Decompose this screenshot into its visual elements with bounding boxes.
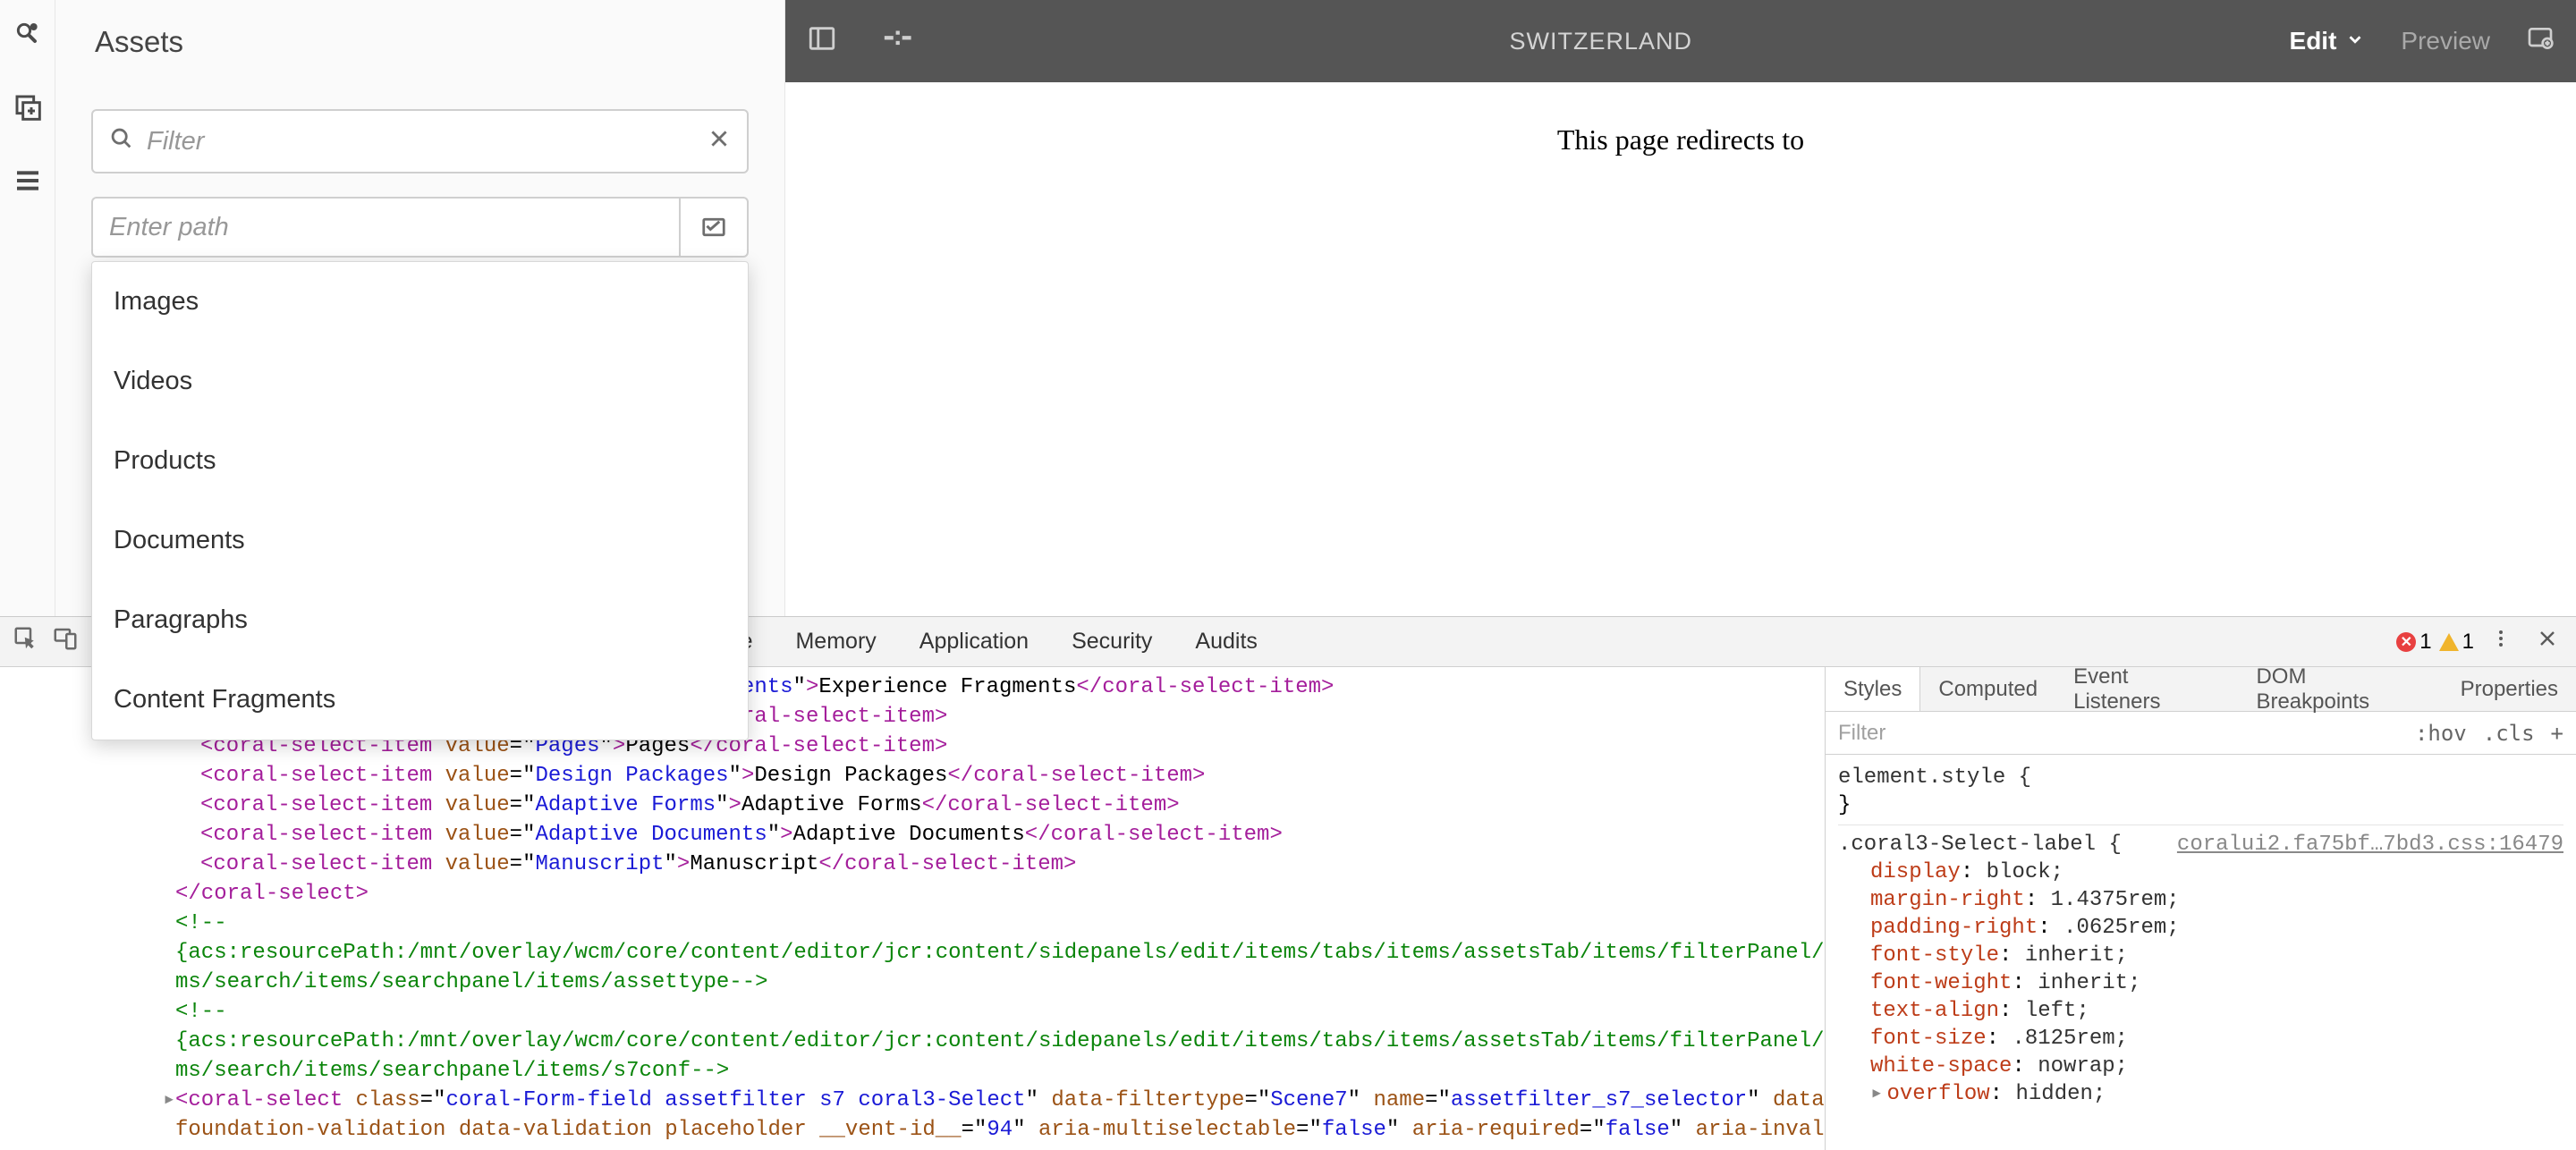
error-icon: ✕ <box>2396 632 2416 652</box>
edit-label: Edit <box>2290 27 2337 55</box>
components-icon[interactable] <box>10 89 46 125</box>
devtools-tab-audits[interactable]: Audits <box>1174 617 1278 666</box>
styles-tab-dom-breakpoints[interactable]: DOM Breakpoints <box>2238 667 2442 711</box>
asset-type-option[interactable]: Documents <box>92 501 748 580</box>
styles-pane: StylesComputedEvent ListenersDOM Breakpo… <box>1825 667 2576 1150</box>
asset-finder-icon[interactable] <box>10 16 46 52</box>
styles-tab-event-listeners[interactable]: Event Listeners <box>2055 667 2238 711</box>
styles-rules[interactable]: element.style {}.coral3-Select-label {co… <box>1826 755 2576 1150</box>
editor-toolbar: SWITZERLAND Edit Preview <box>785 0 2576 82</box>
styles-tab-styles[interactable]: Styles <box>1826 667 1920 711</box>
redirect-text: This page redirects to <box>1557 123 1804 616</box>
styles-tab-properties[interactable]: Properties <box>2443 667 2576 711</box>
styles-toggle[interactable]: .cls <box>2483 721 2535 746</box>
preview-mode-button[interactable]: Preview <box>2401 27 2490 55</box>
preview-label: Preview <box>2401 27 2490 55</box>
styles-tabs: StylesComputedEvent ListenersDOM Breakpo… <box>1826 667 2576 712</box>
asset-type-option[interactable]: Images <box>92 262 748 342</box>
path-picker-button[interactable] <box>679 197 749 258</box>
chevron-down-icon <box>2345 27 2365 55</box>
edit-mode-button[interactable]: Edit <box>2290 27 2366 55</box>
device-toolbar-icon[interactable] <box>52 625 79 658</box>
page-title: SWITZERLAND <box>912 28 2290 55</box>
panel-title: Assets <box>91 25 749 59</box>
asset-type-option[interactable]: Paragraphs <box>92 580 748 660</box>
styles-tab-computed[interactable]: Computed <box>1920 667 2055 711</box>
filter-input[interactable] <box>134 127 708 156</box>
asset-type-option[interactable]: Videos <box>92 342 748 421</box>
content-tree-icon[interactable] <box>10 163 46 199</box>
assets-side-panel: Assets ImagesVideosProductsDocu <box>55 0 785 616</box>
side-panel-toggle-icon[interactable] <box>807 23 837 60</box>
page-content-frame: This page redirects to <box>785 82 2576 616</box>
page-info-icon[interactable] <box>882 23 912 60</box>
styles-toggle[interactable]: + <box>2551 721 2563 746</box>
styles-toggle[interactable]: :hov <box>2415 721 2467 746</box>
asset-type-option[interactable]: Products <box>92 421 748 501</box>
path-field[interactable] <box>91 197 679 258</box>
devtools-tab-application[interactable]: Application <box>898 617 1050 666</box>
inspect-element-icon[interactable] <box>13 625 39 658</box>
clear-filter-icon[interactable] <box>708 127 731 156</box>
devtools-menu-icon[interactable] <box>2481 628 2521 655</box>
filter-field[interactable] <box>91 109 749 173</box>
styles-filter-input[interactable] <box>1838 721 2415 746</box>
warning-icon <box>2439 633 2459 651</box>
path-input[interactable] <box>109 213 663 242</box>
devtools-tab-memory[interactable]: Memory <box>774 617 897 666</box>
search-icon <box>109 126 134 157</box>
devtools-close-icon[interactable] <box>2528 628 2567 655</box>
left-rail <box>0 0 55 616</box>
devtools-tab-security[interactable]: Security <box>1050 617 1174 666</box>
annotations-icon[interactable] <box>2526 24 2555 59</box>
asset-type-dropdown: ImagesVideosProductsDocumentsParagraphsC… <box>91 261 749 740</box>
error-count[interactable]: ✕ 1 <box>2396 630 2431 655</box>
warning-count[interactable]: 1 <box>2439 630 2474 655</box>
asset-type-option[interactable]: Content Fragments <box>92 660 748 740</box>
